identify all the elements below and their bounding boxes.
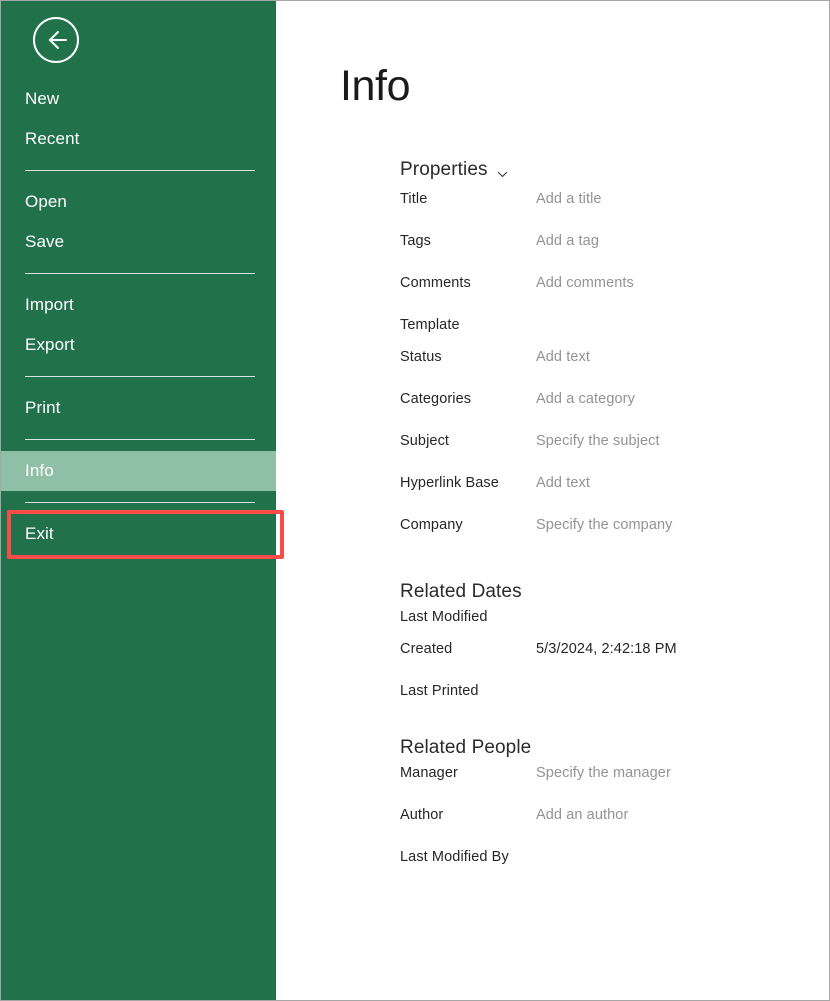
property-row[interactable]: Template <box>400 317 829 349</box>
chevron-down-icon[interactable] <box>496 165 509 178</box>
sidebar-item-label: Print <box>25 398 61 417</box>
property-label: Last Modified By <box>400 849 509 865</box>
property-value[interactable]: 5/3/2024, 2:42:18 PM <box>536 641 677 657</box>
property-row[interactable]: Hyperlink Base Add text <box>400 475 829 517</box>
property-label: Created <box>400 641 453 657</box>
property-row[interactable]: Title Add a title <box>400 191 829 233</box>
property-row[interactable]: Status Add text <box>400 349 829 391</box>
nav-separator <box>25 376 255 377</box>
backstage-sidebar: New Recent Open Save Import Export Print Info Ex… <box>1 1 284 1000</box>
property-label: Title <box>400 191 428 207</box>
sidebar-item-export[interactable]: Export <box>1 325 276 365</box>
property-label: Company <box>400 517 463 533</box>
info-panel: Properties Title Add a title Tags Add a tag C… <box>400 159 829 881</box>
property-row[interactable]: Manager Specify the manager <box>400 765 829 807</box>
property-label: Status <box>400 349 442 365</box>
sidebar-item-import[interactable]: Import <box>1 285 276 325</box>
backstage-view: New Recent Open Save Import Export Print Info Ex… <box>0 0 830 1001</box>
property-row[interactable]: Created 5/3/2024, 2:42:18 PM <box>400 641 829 683</box>
property-label: Tags <box>400 233 432 249</box>
sidebar-item-recent[interactable]: Recent <box>1 119 276 159</box>
property-row[interactable]: Subject Specify the subject <box>400 433 829 475</box>
nav-separator <box>25 170 255 171</box>
property-value-placeholder[interactable]: Add an author <box>536 807 628 823</box>
backstage-content: Info Properties Title Add a title Tags Add a… <box>276 1 829 1000</box>
property-value-placeholder[interactable]: Add a category <box>536 391 635 407</box>
sidebar-item-save[interactable]: Save <box>1 222 276 262</box>
property-row[interactable]: Comments Add comments <box>400 275 829 317</box>
section-heading-label: Properties <box>400 159 488 180</box>
property-label: Categories <box>400 391 472 407</box>
sidebar-item-label: New <box>25 89 60 108</box>
property-label: Manager <box>400 765 458 781</box>
property-label: Last Printed <box>400 683 479 699</box>
property-value-placeholder[interactable]: Add a tag <box>536 233 599 249</box>
property-label: Template <box>400 317 460 333</box>
sidebar-item-label: Export <box>25 335 75 354</box>
property-row[interactable]: Company Specify the company <box>400 517 829 559</box>
nav-separator <box>25 502 255 503</box>
section-heading-label: Related Dates <box>400 581 522 602</box>
property-value-placeholder[interactable]: Specify the company <box>536 517 673 533</box>
property-value-placeholder[interactable]: Add text <box>536 475 590 491</box>
sidebar-item-print[interactable]: Print <box>1 388 276 428</box>
property-value-placeholder[interactable]: Add text <box>536 349 590 365</box>
property-row[interactable]: Categories Add a category <box>400 391 829 433</box>
property-value-placeholder[interactable]: Add a title <box>536 191 602 207</box>
property-row[interactable]: Last Modified By <box>400 849 829 881</box>
sidebar-item-label: Open <box>25 192 67 211</box>
property-label: Comments <box>400 275 471 291</box>
sidebar-item-label: Import <box>25 295 74 314</box>
sidebar-item-label: Exit <box>25 524 54 543</box>
sidebar-item-label: Info <box>25 461 54 480</box>
property-row[interactable]: Tags Add a tag <box>400 233 829 275</box>
sidebar-item-label: Recent <box>25 129 80 148</box>
sidebar-item-info[interactable]: Info <box>1 451 276 491</box>
sidebar-item-new[interactable]: New <box>1 79 276 119</box>
back-arrow-icon[interactable] <box>33 17 79 63</box>
property-value-placeholder[interactable]: Specify the manager <box>536 765 671 781</box>
property-value-placeholder[interactable]: Add comments <box>536 275 634 291</box>
property-label: Hyperlink Base <box>400 475 499 491</box>
property-value-placeholder[interactable]: Specify the subject <box>536 433 660 449</box>
section-heading-label: Related People <box>400 737 532 758</box>
sidebar-item-exit[interactable]: Exit <box>1 514 276 554</box>
section-heading-properties[interactable]: Properties <box>400 159 829 181</box>
page-title: Info <box>340 62 411 110</box>
sidebar-item-label: Save <box>25 232 65 251</box>
property-label: Author <box>400 807 444 823</box>
property-label: Subject <box>400 433 450 449</box>
section-heading-related-people: Related People <box>400 737 829 759</box>
sidebar-item-open[interactable]: Open <box>1 182 276 222</box>
property-row[interactable]: Last Modified <box>400 609 829 641</box>
nav-separator <box>25 439 255 440</box>
property-row[interactable]: Author Add an author <box>400 807 829 849</box>
property-label: Last Modified <box>400 609 488 625</box>
property-row[interactable]: Last Printed <box>400 683 829 715</box>
section-heading-related-dates: Related Dates <box>400 581 829 603</box>
backstage-nav: New Recent Open Save Import Export Print Info Ex… <box>1 79 276 554</box>
nav-separator <box>25 273 255 274</box>
